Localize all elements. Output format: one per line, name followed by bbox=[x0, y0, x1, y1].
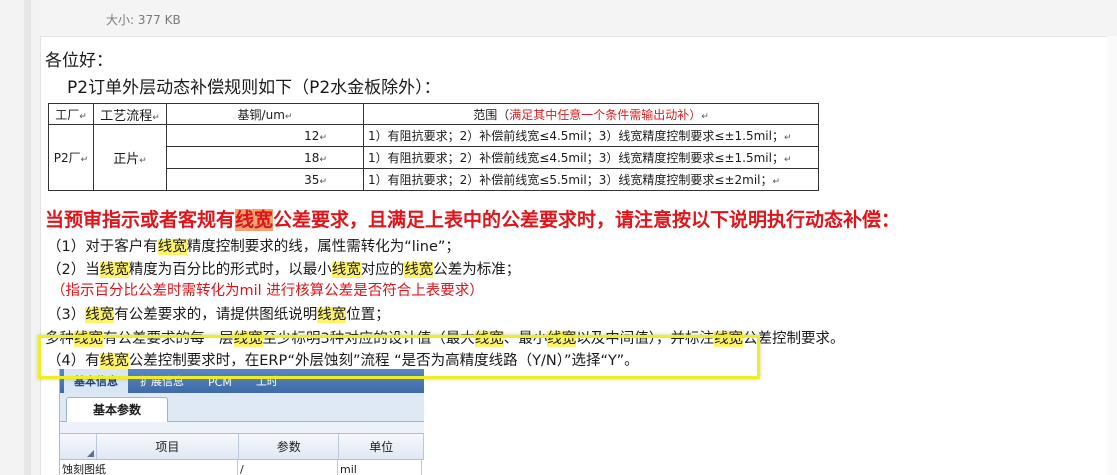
corner-triangle-icon bbox=[86, 450, 94, 457]
table-header-row: 工厂↵ 工艺流程↵ 基铜/um↵ 范围（满足其中任意一个条件需输出动补）↵ bbox=[48, 103, 819, 125]
subtab-strip: 基本参数 bbox=[60, 393, 424, 422]
file-size-label: 大小: 377 KB bbox=[106, 13, 181, 27]
cell-copper: 18↵ bbox=[166, 146, 364, 169]
intro-text: P2订单外层动态补偿规则如下（P2水金板除外）： bbox=[67, 78, 441, 98]
cell-item[interactable]: 蚀刻图纸 bbox=[60, 460, 238, 475]
scrollbar[interactable] bbox=[24, 0, 31, 475]
erp-screenshot: 基本信息 扩展信息 PCM 工时 基本参数 项目 参数 单位 蚀刻图纸 / mi… bbox=[59, 369, 424, 475]
greeting: 各位好： bbox=[45, 51, 113, 71]
grid-corner[interactable] bbox=[60, 434, 97, 459]
header-process: 工艺流程↵ bbox=[93, 103, 167, 125]
instruction-2-note: （指示百分比公差时需转化为mil 进行核算公差是否符合上表要求） bbox=[51, 283, 484, 299]
instruction-2: （2）当线宽精度为百分比的形式时，以最小线宽对应的线宽公差为标准； bbox=[47, 262, 521, 278]
warning-heading: 当预审指示或者客规有线宽公差要求，且满足上表中的公差要求时，请注意按以下说明执行… bbox=[45, 209, 901, 231]
cell-copper: 12↵ bbox=[166, 124, 364, 147]
cell-copper: 35↵ bbox=[166, 168, 364, 191]
instruction-3: （3）线宽有公差要求的，请提供图纸说明线宽位置； bbox=[47, 307, 390, 323]
cell-range: 1）有阻抗要求；2）补偿前线宽≤5.5mil；3）线宽精度控制要求≤±2mil；… bbox=[363, 168, 819, 191]
header-range: 范围（满足其中任意一个条件需输出动补）↵ bbox=[363, 103, 819, 125]
compensation-rules-table: 工厂↵ 工艺流程↵ 基铜/um↵ 范围（满足其中任意一个条件需输出动补）↵ P2… bbox=[48, 103, 819, 191]
left-panel-strip bbox=[0, 0, 41, 475]
header-copper: 基铜/um↵ bbox=[166, 103, 364, 125]
column-unit[interactable]: 单位 bbox=[339, 434, 424, 459]
tab-basic-params[interactable]: 基本参数 bbox=[66, 397, 169, 422]
cell-range: 1）有阻抗要求；2）补偿前线宽≤4.5mil；3）线宽精度控制要求≤±1.5mi… bbox=[363, 124, 819, 147]
column-param[interactable]: 参数 bbox=[239, 434, 340, 459]
cell-range: 1）有阻抗要求；2）补偿前线宽≤4.5mil；3）线宽精度控制要求≤±1.5mi… bbox=[363, 146, 819, 169]
right-edge bbox=[1107, 36, 1117, 475]
grid-header: 项目 参数 单位 bbox=[60, 433, 424, 460]
attachment-header: 大小: 377 KB bbox=[40, 0, 1117, 37]
instruction-1: （1）对于客户有线宽精度控制要求的线，属性需转化为“line”； bbox=[47, 239, 460, 255]
table-row[interactable]: 蚀刻图纸 / mil bbox=[60, 460, 424, 475]
cell-param[interactable]: / bbox=[238, 460, 338, 475]
grid-padding bbox=[60, 422, 424, 433]
cell-factory: P2厂↵ bbox=[48, 124, 94, 191]
header-factory: 工厂↵ bbox=[48, 103, 94, 125]
column-item[interactable]: 项目 bbox=[97, 434, 240, 459]
instruction-4: （4）有线宽公差控制要求时，在ERP“外层蚀刻”流程 “是否为高精度线路（Y/N… bbox=[47, 353, 639, 369]
cell-unit[interactable]: mil bbox=[338, 460, 422, 475]
cell-process: 正片↵ bbox=[93, 124, 167, 191]
table-row: P2厂↵ 正片↵ 12↵ 1）有阻抗要求；2）补偿前线宽≤4.5mil；3）线宽… bbox=[48, 124, 819, 191]
